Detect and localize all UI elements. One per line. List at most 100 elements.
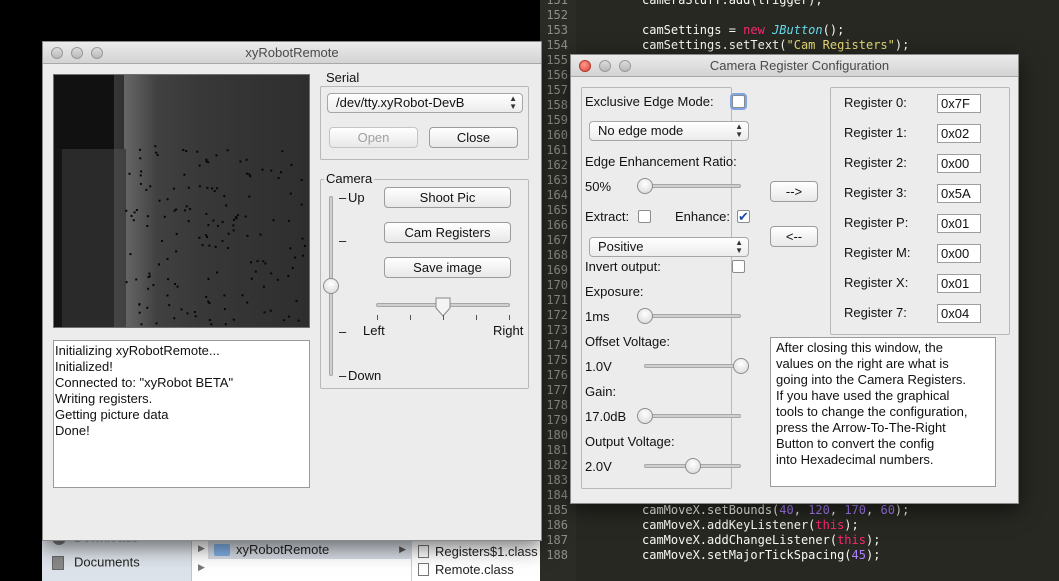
output-voltage-slider-thumb[interactable]	[685, 458, 701, 474]
noise-dot	[207, 278, 210, 280]
noise-dot	[168, 304, 171, 307]
horizontal-slider-thumb[interactable]	[435, 297, 451, 317]
convert-to-registers-button[interactable]: -->	[770, 181, 818, 202]
vertical-slider-thumb[interactable]	[323, 278, 339, 294]
edge-ratio-slider-thumb[interactable]	[637, 178, 653, 194]
open-button[interactable]: Open	[329, 127, 418, 148]
close-window-button[interactable]	[51, 47, 63, 59]
noise-dot	[139, 182, 142, 185]
save-image-button[interactable]: Save image	[384, 257, 511, 278]
zoom-window-button[interactable]	[619, 60, 631, 72]
gain-value: 17.0dB	[585, 409, 627, 424]
noise-dot	[259, 233, 262, 236]
line-number: 157	[546, 83, 568, 97]
invert-output-checkbox[interactable]	[732, 260, 745, 273]
down-label: Down	[348, 368, 382, 383]
code-line[interactable]: 153 camSettings = new JButton();	[540, 23, 844, 38]
code-line[interactable]: 185 camMoveX.setBounds(40, 120, 170, 60);	[540, 503, 909, 518]
register-value-field[interactable]: 0x01	[937, 274, 981, 293]
zoom-window-button[interactable]	[91, 47, 103, 59]
code-line[interactable]: 152	[540, 8, 642, 23]
title-bar[interactable]: xyRobotRemote	[43, 42, 541, 64]
exclusive-edge-checkbox[interactable]	[732, 95, 745, 108]
code-line[interactable]: 188 camMoveX.setMajorTickSpacing(45);	[540, 548, 880, 563]
up-tick-mark: –	[339, 190, 347, 205]
noise-dot	[152, 284, 155, 287]
noise-dot	[206, 186, 209, 189]
noise-dot	[161, 240, 163, 242]
noise-dot	[246, 301, 249, 304]
code-line[interactable]: 154 camSettings.setText("Cam Registers");	[540, 38, 909, 53]
convert-from-registers-button[interactable]: <--	[770, 226, 818, 247]
noise-dot	[281, 150, 284, 153]
register-value-field[interactable]: 0x01	[937, 214, 981, 233]
finder-file-row[interactable]: Registers$1.class	[418, 543, 538, 559]
register-value-field[interactable]: 0x04	[937, 304, 981, 323]
serial-port-select[interactable]: /dev/tty.xyRobot-DevB ▲ ▼	[327, 93, 523, 113]
info-line: into Hexadecimal numbers.	[776, 452, 934, 467]
register-label: Register X:	[844, 275, 909, 290]
code-token: JButton	[772, 23, 823, 37]
horizontal-slider-ticks	[376, 315, 510, 321]
enhance-checkbox[interactable]: ✔	[737, 210, 750, 223]
code-line[interactable]: 151 cameraStuff.add(trigger);	[540, 0, 822, 8]
noise-dot	[207, 300, 210, 303]
noise-dot	[246, 234, 249, 237]
exposure-label: Exposure:	[585, 284, 644, 299]
noise-dot	[289, 192, 292, 195]
shoot-pic-button[interactable]: Shoot Pic	[384, 187, 511, 208]
line-number: 160	[546, 128, 568, 142]
minimize-window-button[interactable]	[599, 60, 611, 72]
code-token: );	[894, 38, 910, 52]
noise-dot	[163, 215, 166, 218]
offset-voltage-slider-thumb[interactable]	[733, 358, 749, 374]
noise-dot	[205, 295, 208, 298]
edge-mode-select[interactable]: No edge mode ▲ ▼	[589, 121, 749, 141]
noise-dot	[146, 215, 149, 218]
register-value-field[interactable]: 0x00	[937, 244, 981, 263]
noise-dot	[186, 312, 189, 315]
noise-dot	[139, 157, 142, 160]
cam-registers-button[interactable]: Cam Registers	[384, 222, 511, 243]
noise-dot	[138, 311, 141, 314]
noise-dot	[208, 319, 211, 322]
finder-folder-row[interactable]: xyRobotRemote ▶	[208, 541, 412, 559]
register-value-field[interactable]: 0x5A	[937, 184, 981, 203]
close-window-button[interactable]	[579, 60, 591, 72]
register-value-field[interactable]: 0x00	[937, 154, 981, 173]
camera-register-config-window: Camera Register Configuration Exclusive …	[570, 54, 1019, 504]
noise-dot	[232, 318, 235, 321]
register-value-field[interactable]: 0x02	[937, 124, 981, 143]
exposure-slider-thumb[interactable]	[637, 308, 653, 324]
minimize-window-button[interactable]	[71, 47, 83, 59]
noise-dot	[272, 219, 275, 222]
noise-dot	[166, 294, 169, 297]
log-line: Initializing xyRobotRemote...	[55, 343, 220, 358]
line-number: 151	[546, 0, 568, 7]
noise-dot	[248, 195, 251, 198]
register-value-field[interactable]: 0x7F	[937, 94, 981, 113]
noise-dot	[135, 209, 138, 211]
sidebar-item-documents[interactable]: Documents	[52, 554, 140, 570]
line-number: 152	[546, 8, 568, 22]
polarity-select[interactable]: Positive ▲ ▼	[589, 237, 749, 257]
line-number: 172	[546, 308, 568, 322]
gain-slider-thumb[interactable]	[637, 408, 653, 424]
select-arrows-icon: ▲ ▼	[509, 94, 517, 111]
code-line[interactable]: 187 camMoveX.addChangeListener(this);	[540, 533, 880, 548]
code-line[interactable]: 186 camMoveX.addKeyListener(this);	[540, 518, 858, 533]
noise-dot	[158, 263, 160, 266]
window-title: xyRobotRemote	[245, 45, 339, 60]
finder-file-row[interactable]: Remote.class	[418, 561, 514, 577]
edge-ratio-slider-track	[644, 184, 741, 188]
title-bar[interactable]: Camera Register Configuration	[571, 55, 1018, 77]
close-button[interactable]: Close	[429, 127, 518, 148]
log-output[interactable]: Initializing xyRobotRemote... Initialized…	[53, 340, 310, 488]
horizontal-slider[interactable]	[376, 297, 512, 327]
chevron-right-icon: ▶	[198, 543, 205, 553]
noise-dot	[248, 173, 251, 176]
extract-checkbox[interactable]	[638, 210, 651, 223]
noise-dot	[262, 285, 265, 288]
vertical-slider[interactable]	[323, 192, 344, 382]
noise-dot	[212, 219, 215, 222]
